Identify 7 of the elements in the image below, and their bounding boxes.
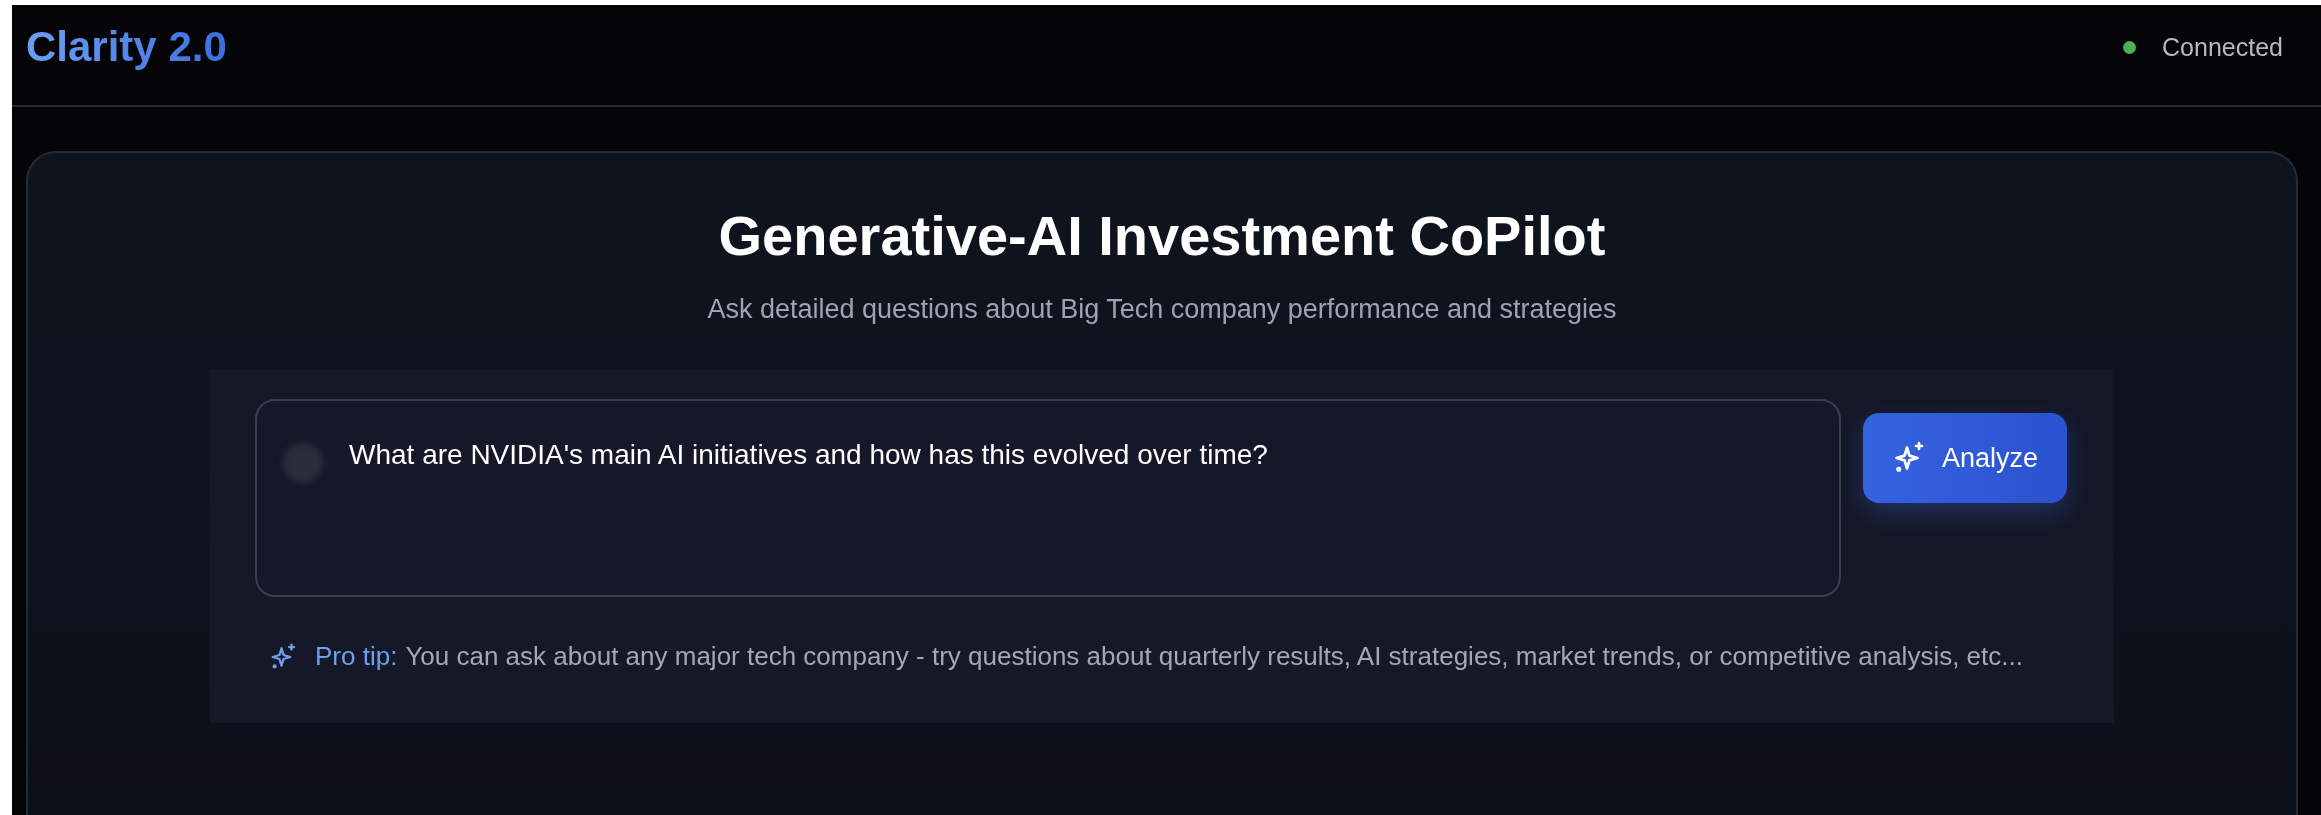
tip-text: You can ask about any major tech company - try questions about quarterly results, AI strategies, market trends, or competitive analysis, etc...: [405, 641, 2023, 672]
question-field[interactable]: What are NVIDIA's main AI initiatives and how has this evolved over time?: [255, 399, 1841, 597]
tip-label: Pro tip:: [315, 641, 398, 672]
analyze-button[interactable]: Analyze: [1863, 413, 2067, 503]
page-subtitle: Ask detailed questions about Big Tech company performance and strategies: [707, 294, 1617, 325]
page-title: Generative-AI Investment CoPilot: [718, 203, 1606, 268]
status-label: Connected: [2162, 33, 2283, 62]
